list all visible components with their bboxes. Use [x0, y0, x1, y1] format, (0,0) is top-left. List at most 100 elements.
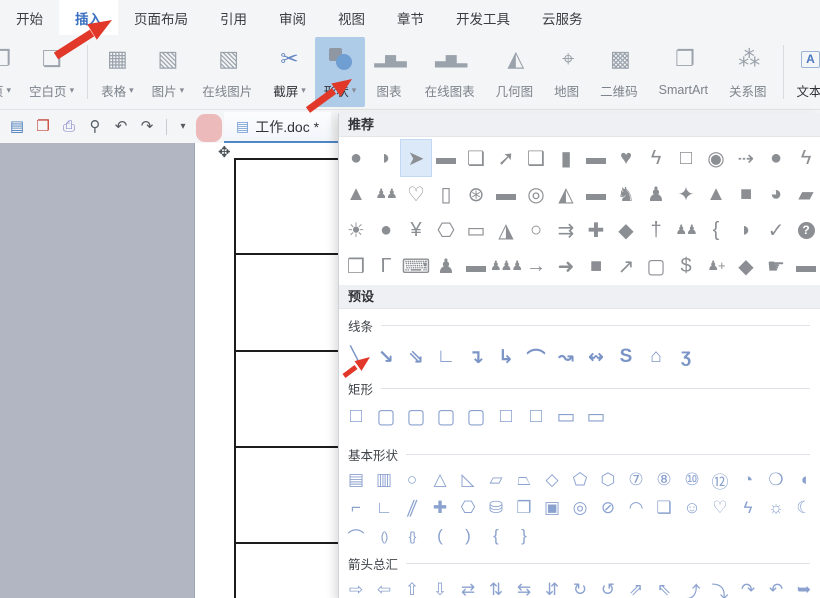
- curved-arrow-connector-shape[interactable]: ↝: [551, 340, 581, 374]
- export-pdf-button[interactable]: ❐: [30, 110, 56, 143]
- teardrop-shape[interactable]: ❍: [762, 466, 790, 494]
- diamond-shape[interactable]: ◆: [611, 212, 641, 248]
- double-brace-shape[interactable]: {}: [398, 522, 426, 550]
- monitor-shape[interactable]: ▭: [461, 212, 491, 248]
- oval-shape[interactable]: ○: [398, 466, 426, 494]
- people-group-2-shape[interactable]: ♟♟: [671, 212, 701, 248]
- circle-2-shape[interactable]: ●: [371, 212, 401, 248]
- u-turn-arrow-shape[interactable]: ↻: [566, 576, 594, 598]
- circle-outline-shape[interactable]: ○: [521, 212, 551, 248]
- folded-rect-shape[interactable]: ▬: [581, 176, 611, 212]
- scribble-shape[interactable]: ʒ: [671, 340, 701, 374]
- hand-pointer-shape[interactable]: ☛: [761, 248, 791, 284]
- trend-arrow-shape[interactable]: ↗: [611, 248, 641, 284]
- cross-outline-shape[interactable]: ✚: [426, 494, 454, 522]
- arrowhead-2-shape[interactable]: ◮: [491, 212, 521, 248]
- diagonal-stripe-shape[interactable]: ∥: [398, 494, 426, 522]
- relationship-button[interactable]: ⁂ 关系图: [720, 37, 779, 107]
- pentagon-shape[interactable]: ⬠: [566, 466, 594, 494]
- document-tab[interactable]: ▤ 工作.doc *: [224, 112, 332, 141]
- smiley-face-shape[interactable]: ☺: [678, 494, 706, 522]
- line-double-arrow-shape[interactable]: ⇘: [401, 340, 431, 374]
- ellipse-shape[interactable]: ●: [761, 140, 791, 176]
- online-picture-button[interactable]: ▧ 在线图片: [193, 37, 264, 107]
- curved-down-arrow-shape[interactable]: ⤵: [706, 576, 734, 598]
- save-button[interactable]: ▤: [4, 110, 30, 143]
- can-shape[interactable]: ⛁: [482, 494, 510, 522]
- undo-button[interactable]: ↶: [108, 110, 134, 143]
- line-arrow-shape[interactable]: ↘: [371, 340, 401, 374]
- table-button[interactable]: ▦ 表格 ▾: [92, 37, 143, 107]
- diamond-outline-shape[interactable]: ◇: [538, 466, 566, 494]
- sun-outline-shape[interactable]: ☼: [762, 494, 790, 522]
- map-pin-shape[interactable]: ◉: [701, 140, 731, 176]
- lightning-bolt-shape[interactable]: ϟ: [641, 140, 671, 176]
- people-group-3-shape[interactable]: ♟♟♟: [490, 248, 523, 284]
- right-brace-shape[interactable]: }: [510, 522, 538, 550]
- triangle-2-shape[interactable]: ▲: [701, 176, 731, 212]
- octagon-shape[interactable]: ⎔: [431, 212, 461, 248]
- print-preview-button[interactable]: ⚲: [82, 110, 108, 143]
- heart-shape[interactable]: ♥: [611, 140, 641, 176]
- same-side-round-corner-rectangle-shape[interactable]: ▢: [431, 400, 461, 432]
- curved-left-arrow-shape[interactable]: ↷: [734, 576, 762, 598]
- tab-view[interactable]: 视图: [322, 0, 381, 35]
- china-map-shape[interactable]: ♞: [611, 176, 641, 212]
- down-arrow-block-shape[interactable]: ⇩: [426, 576, 454, 598]
- three-point-star-shape[interactable]: ✦: [671, 176, 701, 212]
- left-bracket-shape[interactable]: (: [426, 522, 454, 550]
- text-box-button[interactable]: A 文本: [788, 37, 820, 107]
- rect-callout-shape[interactable]: ❏: [461, 140, 491, 176]
- double-bracket-shape[interactable]: (): [370, 522, 398, 550]
- bent-up-arrow-shape[interactable]: ⇗: [622, 576, 650, 598]
- right-triangle-shape[interactable]: ◺: [454, 466, 482, 494]
- circle-shape[interactable]: ●: [341, 140, 371, 176]
- heptagon-shape[interactable]: ⑦: [622, 466, 650, 494]
- rounded-square-2-shape[interactable]: ■: [731, 176, 761, 212]
- thin-cross-shape[interactable]: †: [641, 212, 671, 248]
- money-bag-dollar-shape[interactable]: $: [671, 248, 701, 284]
- isosceles-triangle-shape[interactable]: △: [426, 466, 454, 494]
- dashed-right-arrow-shape[interactable]: ⇢: [731, 140, 761, 176]
- trapezoid-shape[interactable]: ⏢: [510, 466, 538, 494]
- rectangle-outline-shape[interactable]: □: [341, 400, 371, 432]
- up-down-arrow-shape[interactable]: ⇅: [482, 576, 510, 598]
- cube-outline-shape[interactable]: ❒: [510, 494, 538, 522]
- notched-right-arrow-shape[interactable]: ➥: [790, 576, 818, 598]
- vertical-text-box-shape[interactable]: ▥: [370, 466, 398, 494]
- smartphone-shape[interactable]: ▯: [431, 176, 461, 212]
- toolbar-more-button[interactable]: ▾: [173, 110, 193, 143]
- right-arrow-shape[interactable]: →: [521, 248, 551, 284]
- tab-references[interactable]: 引用: [204, 0, 263, 35]
- right-bracket-shape[interactable]: ): [454, 522, 482, 550]
- rectangle-2-shape[interactable]: ▬: [461, 248, 491, 284]
- parallelogram-shape[interactable]: ▰: [791, 176, 820, 212]
- shapes-button[interactable]: 形状 ▾: [314, 37, 366, 107]
- tab-start[interactable]: 开始: [0, 0, 59, 35]
- cube-shape[interactable]: ❒: [341, 248, 371, 284]
- right-arrow-block-shape[interactable]: ⇨: [342, 576, 370, 598]
- snip-single-corner-rectangle-shape[interactable]: □: [491, 400, 521, 432]
- frame-shape[interactable]: ▣: [538, 494, 566, 522]
- qrcode-button[interactable]: ▩ 二维码: [591, 37, 650, 107]
- tab-dev-tools[interactable]: 开发工具: [440, 0, 526, 35]
- donut-outline-shape[interactable]: ◎: [566, 494, 594, 522]
- smartart-button[interactable]: ❐ SmartArt: [650, 37, 720, 107]
- flat-diamond-shape[interactable]: ◆: [731, 248, 761, 284]
- picture-button[interactable]: ▧ 图片 ▾: [143, 37, 194, 107]
- pie-shape[interactable]: ◔: [734, 466, 762, 494]
- arc-shape[interactable]: ⌒: [342, 522, 370, 550]
- snip-same-side-corner-rectangle-shape[interactable]: □: [521, 400, 551, 432]
- geometry-button[interactable]: ◭ 几何图: [487, 37, 546, 107]
- triangle-shape[interactable]: ▲: [341, 176, 371, 212]
- striped-right-arrow-shape[interactable]: ↶: [762, 576, 790, 598]
- rounded-square-shape[interactable]: ▮: [551, 140, 581, 176]
- quarter-circle-shape[interactable]: ◗: [731, 212, 761, 248]
- decagon-shape[interactable]: ⑩: [678, 466, 706, 494]
- moon-shape[interactable]: ☾: [790, 494, 818, 522]
- curved-right-arrow-outline-shape[interactable]: ⇖: [650, 576, 678, 598]
- elbow-arrow-connector-shape[interactable]: ↴: [461, 340, 491, 374]
- lightning-bolt-2-shape[interactable]: ϟ: [791, 140, 820, 176]
- person-add-shape[interactable]: ♟+: [701, 248, 731, 284]
- person-shape[interactable]: ♟: [641, 176, 671, 212]
